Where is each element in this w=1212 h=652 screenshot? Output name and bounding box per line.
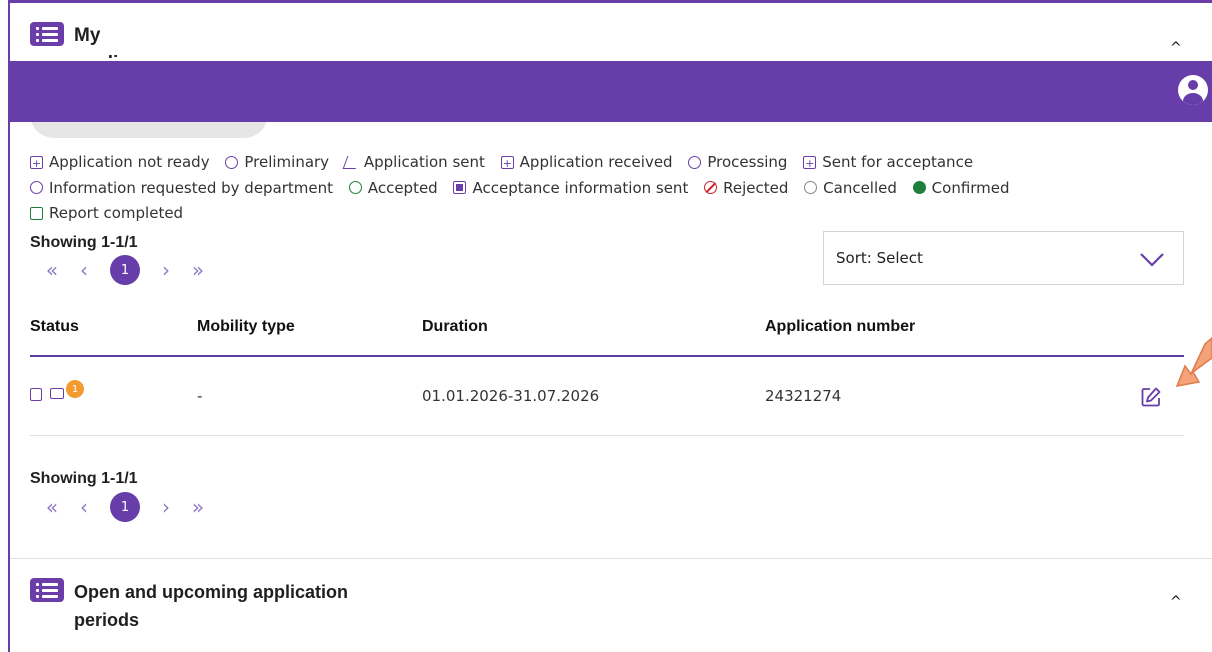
paper-plane-icon (342, 155, 361, 169)
legend-item: Processing (688, 150, 787, 174)
chevron-down-icon (1140, 253, 1164, 267)
status-legend: Application not ready Preliminary Applic… (30, 150, 1180, 227)
prev-page-icon[interactable]: ‹ (68, 258, 100, 282)
showing-count: Showing 1-1/1 (30, 234, 138, 251)
notification-badge: 1 (66, 380, 84, 398)
envelope-icon (453, 181, 467, 194)
collapse-icon[interactable]: ^ (1170, 594, 1182, 610)
pagination: « ‹ 1 › » (36, 492, 214, 522)
user-avatar-icon[interactable] (1178, 75, 1208, 105)
legend-item: Acceptance information sent (453, 176, 688, 200)
x-circle-icon (804, 181, 818, 194)
section-title: My applications (74, 25, 134, 58)
message-icon[interactable] (50, 388, 64, 399)
my-applications-header[interactable]: My applications (30, 22, 134, 58)
application-periods-header[interactable]: Open and upcoming application periods (30, 578, 364, 634)
legend-item: Sent for acceptance (803, 150, 973, 176)
header-divider (30, 355, 1184, 357)
first-page-icon[interactable]: « (36, 495, 68, 519)
document-plus-icon (30, 388, 42, 401)
page-button[interactable]: 1 (110, 255, 140, 285)
legend-item: Application sent (342, 150, 485, 174)
legend-item: Application not ready (30, 150, 210, 176)
edit-icon[interactable] (1140, 386, 1162, 408)
next-page-icon[interactable]: › (150, 495, 182, 519)
document-plus-icon (30, 152, 43, 176)
document-check-icon (803, 152, 817, 176)
section-divider (10, 558, 1212, 559)
legend-item: Cancelled (804, 176, 897, 200)
last-page-icon[interactable]: » (182, 258, 214, 282)
column-header-application-number[interactable]: Application number (765, 318, 915, 336)
sort-select[interactable]: Sort: Select (823, 231, 1184, 285)
row-divider (30, 435, 1184, 436)
application-number-cell: 24321274 (765, 387, 842, 405)
legend-item: Preliminary (225, 150, 329, 174)
legend-item: Rejected (704, 176, 788, 200)
ban-icon (704, 181, 718, 194)
document-arrow-icon (500, 152, 514, 176)
legend-item: Application received (500, 150, 673, 176)
last-page-icon[interactable]: » (182, 495, 214, 519)
legend-item: Confirmed (912, 176, 1010, 200)
panel-top-border (8, 0, 1212, 3)
sort-label: Sort: Select (836, 249, 923, 267)
check-circle-icon (348, 181, 362, 194)
legend-item: Accepted (348, 176, 438, 200)
list-icon (30, 578, 64, 602)
next-page-icon[interactable]: › (150, 258, 182, 282)
prev-page-icon[interactable]: ‹ (68, 495, 100, 519)
arrow-circle-icon (688, 155, 702, 169)
column-header-status[interactable]: Status (30, 318, 79, 336)
mobility-type-cell: - (197, 387, 203, 405)
status-cell: 1 (30, 380, 90, 406)
legend-item: Information requested by department (30, 176, 333, 200)
column-header-mobility-type[interactable]: Mobility type (197, 318, 295, 336)
list-icon (30, 22, 64, 46)
edit-circle-icon (225, 155, 239, 169)
pagination: « ‹ 1 › » (36, 255, 214, 285)
column-header-duration[interactable]: Duration (422, 318, 488, 336)
page-button[interactable]: 1 (110, 492, 140, 522)
section-title: Open and upcoming application periods (74, 582, 349, 630)
check-filled-icon (912, 181, 926, 194)
pointer-arrow-icon (1175, 337, 1212, 387)
duration-cell: 01.01.2026-31.07.2026 (422, 387, 600, 405)
showing-count: Showing 1-1/1 (30, 470, 138, 487)
top-navigation-bar (8, 61, 1212, 122)
first-page-icon[interactable]: « (36, 258, 68, 282)
info-circle-icon (30, 181, 43, 194)
document-check-green-icon (30, 206, 43, 220)
collapse-icon[interactable]: ^ (1170, 40, 1182, 56)
legend-item: Report completed (30, 201, 183, 225)
